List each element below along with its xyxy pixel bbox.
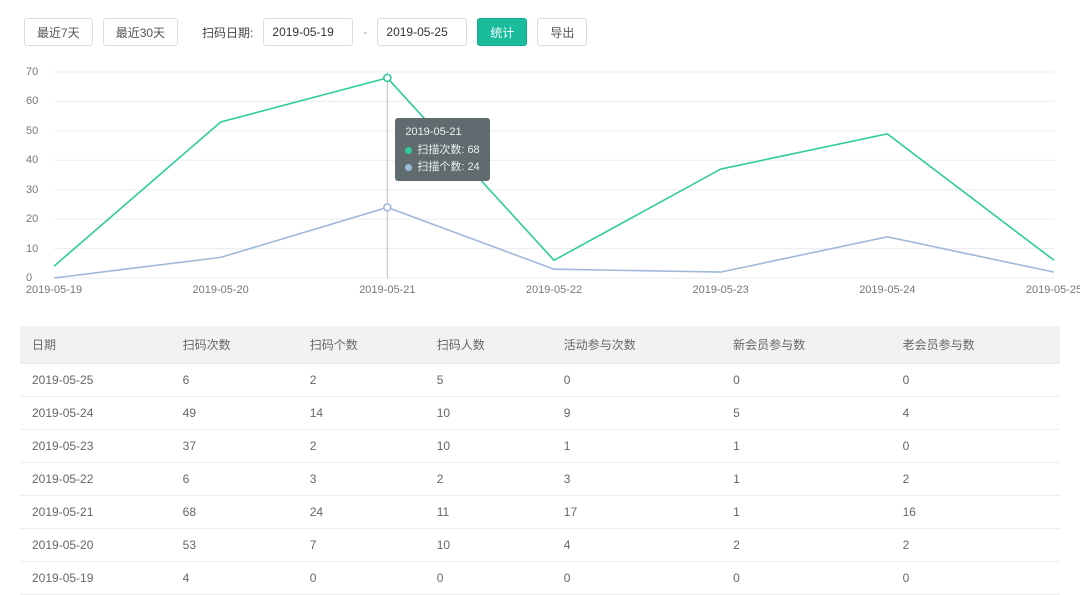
y-axis-tick: 20 — [26, 213, 38, 225]
table-row: 2019-05-19400000 — [20, 562, 1060, 595]
table-cell: 10 — [425, 430, 552, 463]
table-cell: 1 — [721, 496, 890, 529]
table-cell: 6 — [171, 463, 298, 496]
table-header-cell: 老会员参与数 — [891, 326, 1060, 364]
data-table: 日期扫码次数扫码个数扫码人数活动参与次数新会员参与数老会员参与数 2019-05… — [20, 326, 1060, 595]
table-cell: 10 — [425, 529, 552, 562]
table-header-cell: 扫码人数 — [425, 326, 552, 364]
table-cell: 4 — [891, 397, 1060, 430]
stats-button[interactable]: 统计 — [477, 18, 527, 46]
table-cell: 3 — [552, 463, 721, 496]
table-cell: 2019-05-20 — [20, 529, 171, 562]
table-cell: 2019-05-22 — [20, 463, 171, 496]
x-axis-tick: 2019-05-22 — [526, 284, 582, 296]
table-cell: 2 — [298, 364, 425, 397]
table-cell: 53 — [171, 529, 298, 562]
table-cell: 0 — [891, 562, 1060, 595]
table-row: 2019-05-22632312 — [20, 463, 1060, 496]
toolbar: 最近7天 最近30天 扫码日期: - 统计 导出 — [0, 0, 1080, 56]
table-header-row: 日期扫码次数扫码个数扫码人数活动参与次数新会员参与数老会员参与数 — [20, 326, 1060, 364]
x-axis-tick: 2019-05-24 — [859, 284, 915, 296]
table-cell: 16 — [891, 496, 1060, 529]
table-cell: 10 — [425, 397, 552, 430]
table-cell: 1 — [721, 430, 890, 463]
chart-area[interactable]: 0 10 20 30 40 50 60 70 2019-05-19 2019-05-20 2019… — [20, 66, 1060, 296]
table-cell: 37 — [171, 430, 298, 463]
table-header-cell: 扫码个数 — [298, 326, 425, 364]
y-axis-tick: 40 — [26, 154, 38, 166]
table-row: 2019-05-2337210110 — [20, 430, 1060, 463]
x-axis-tick: 2019-05-19 — [26, 284, 82, 296]
table-cell: 49 — [171, 397, 298, 430]
table-cell: 2 — [721, 529, 890, 562]
table-cell: 0 — [552, 562, 721, 595]
export-button[interactable]: 导出 — [537, 18, 587, 46]
table-header-cell: 新会员参与数 — [721, 326, 890, 364]
table-cell: 2019-05-19 — [20, 562, 171, 595]
table-cell: 6 — [171, 364, 298, 397]
last-7d-button[interactable]: 最近7天 — [24, 18, 93, 46]
table-row: 2019-05-2053710422 — [20, 529, 1060, 562]
table-cell: 5 — [721, 397, 890, 430]
table-row: 2019-05-24491410954 — [20, 397, 1060, 430]
table-cell: 0 — [298, 562, 425, 595]
table-cell: 2 — [891, 463, 1060, 496]
table-header-cell: 日期 — [20, 326, 171, 364]
y-axis-tick: 0 — [26, 272, 32, 284]
table-row: 2019-05-2168241117116 — [20, 496, 1060, 529]
table-cell: 4 — [552, 529, 721, 562]
y-axis-tick: 50 — [26, 125, 38, 137]
table-body: 2019-05-256250002019-05-244914109542019-… — [20, 364, 1060, 595]
x-axis-tick: 2019-05-21 — [359, 284, 415, 296]
table-cell: 0 — [891, 364, 1060, 397]
x-axis-tick: 2019-05-23 — [693, 284, 749, 296]
table-cell: 1 — [721, 463, 890, 496]
table-cell: 0 — [891, 430, 1060, 463]
table-header-cell: 活动参与次数 — [552, 326, 721, 364]
last-30d-button[interactable]: 最近30天 — [103, 18, 178, 46]
y-axis-tick: 30 — [26, 184, 38, 196]
table-cell: 14 — [298, 397, 425, 430]
date-separator: - — [363, 25, 367, 39]
y-axis-tick: 60 — [26, 95, 38, 107]
table-cell: 2 — [425, 463, 552, 496]
table-cell: 2019-05-23 — [20, 430, 171, 463]
table-cell: 24 — [298, 496, 425, 529]
table-cell: 2019-05-24 — [20, 397, 171, 430]
table-cell: 2019-05-25 — [20, 364, 171, 397]
table-cell: 0 — [552, 364, 721, 397]
table-cell: 2 — [891, 529, 1060, 562]
table-cell: 11 — [425, 496, 552, 529]
end-date-input[interactable] — [377, 18, 467, 46]
x-axis-tick: 2019-05-25 — [1026, 284, 1080, 296]
table-cell: 9 — [552, 397, 721, 430]
table-cell: 2019-05-21 — [20, 496, 171, 529]
data-table-wrap: 日期扫码次数扫码个数扫码人数活动参与次数新会员参与数老会员参与数 2019-05… — [20, 326, 1060, 595]
table-cell: 0 — [425, 562, 552, 595]
table-cell: 1 — [552, 430, 721, 463]
table-cell: 3 — [298, 463, 425, 496]
date-range-label: 扫码日期: — [202, 24, 253, 41]
table-header-cell: 扫码次数 — [171, 326, 298, 364]
table-cell: 68 — [171, 496, 298, 529]
table-cell: 2 — [298, 430, 425, 463]
table-cell: 5 — [425, 364, 552, 397]
table-cell: 17 — [552, 496, 721, 529]
table-cell: 0 — [721, 364, 890, 397]
table-cell: 7 — [298, 529, 425, 562]
table-row: 2019-05-25625000 — [20, 364, 1060, 397]
start-date-input[interactable] — [263, 18, 353, 46]
x-axis-tick: 2019-05-20 — [193, 284, 249, 296]
y-axis-tick: 70 — [26, 66, 38, 78]
table-cell: 4 — [171, 562, 298, 595]
y-axis-tick: 10 — [26, 243, 38, 255]
table-cell: 0 — [721, 562, 890, 595]
line-chart — [20, 66, 1060, 296]
